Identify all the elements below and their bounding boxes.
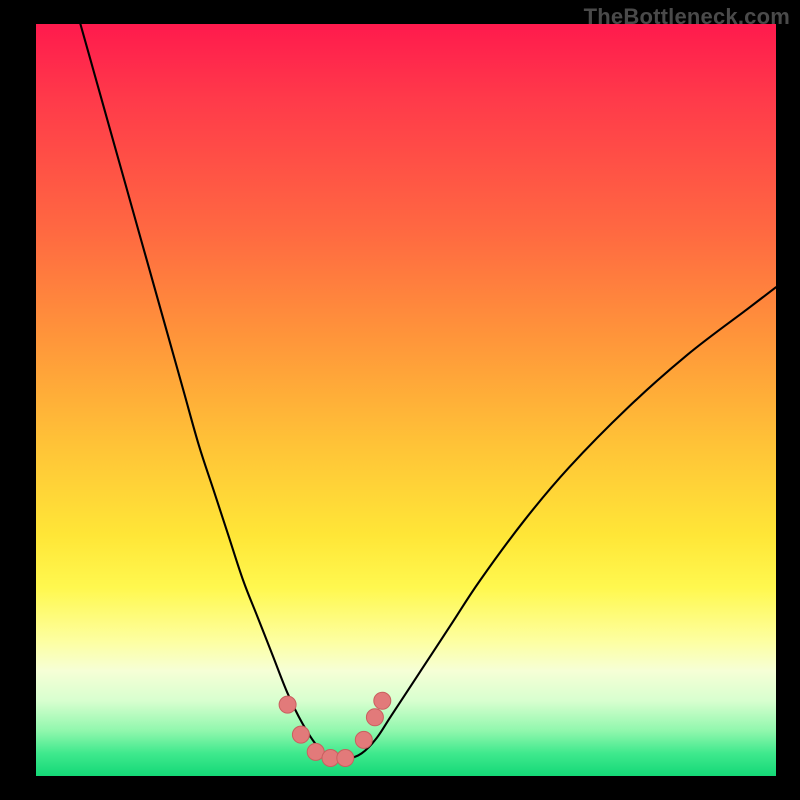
trough-marker: [292, 726, 309, 743]
trough-marker: [279, 696, 296, 713]
trough-marker: [355, 731, 372, 748]
trough-markers: [279, 692, 391, 766]
bottleneck-curve: [80, 24, 776, 759]
chart-frame: TheBottleneck.com: [0, 0, 800, 800]
plot-svg: [36, 24, 776, 776]
trough-marker: [366, 709, 383, 726]
plot-area: [36, 24, 776, 776]
attribution-watermark: TheBottleneck.com: [584, 4, 790, 30]
trough-marker: [337, 750, 354, 767]
trough-marker: [374, 692, 391, 709]
